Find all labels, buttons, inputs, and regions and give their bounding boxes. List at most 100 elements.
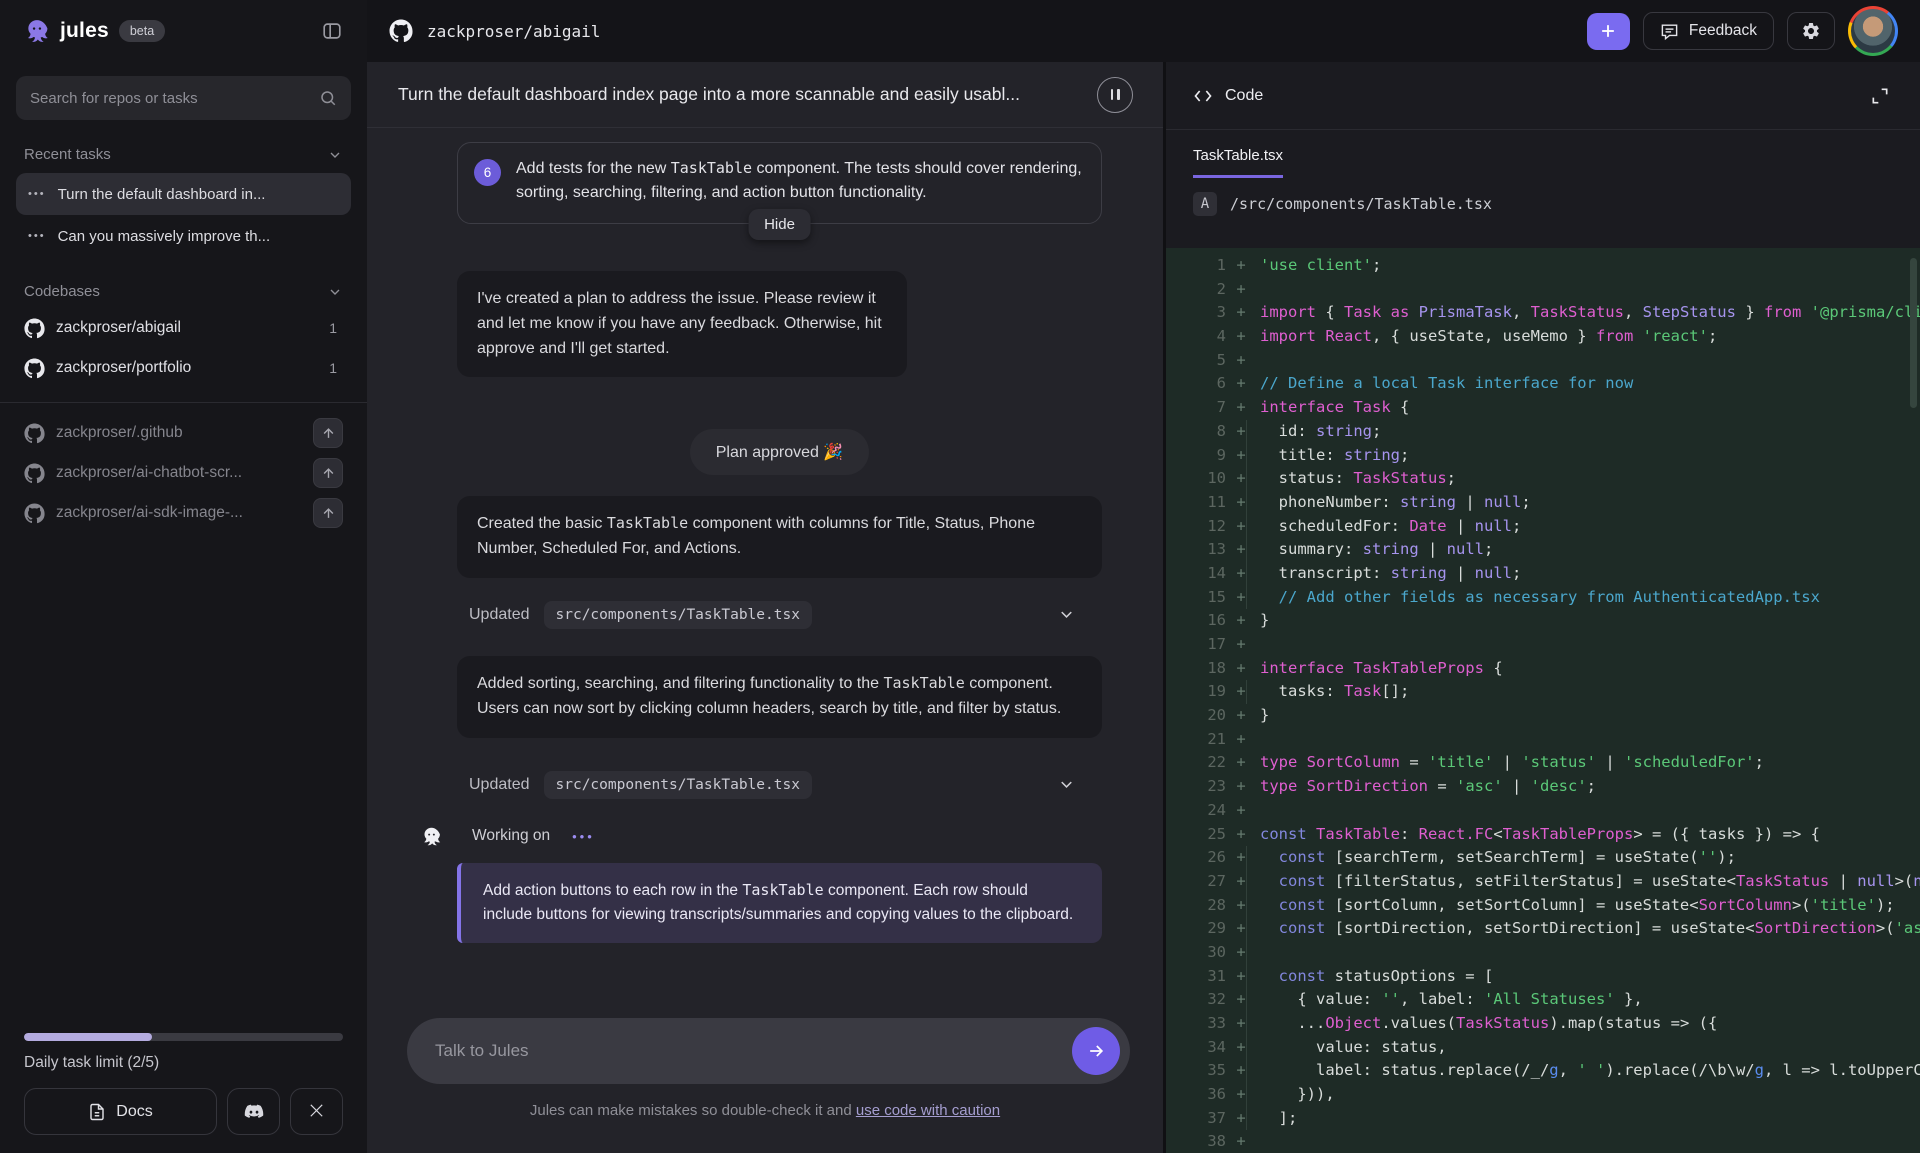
code-line: 7+interface Task { xyxy=(1178,396,1920,420)
agent-message-plan: I've created a plan to address the issue… xyxy=(457,271,907,377)
code-editor[interactable]: 1+'use client';2+3+import { Task as Pris… xyxy=(1166,248,1920,1153)
chevron-down-icon[interactable] xyxy=(327,147,343,163)
current-repo-breadcrumb[interactable]: zackproser/abigail xyxy=(427,22,600,41)
line-number: 29 xyxy=(1178,917,1226,941)
code-text: tasks: Task[]; xyxy=(1260,680,1409,704)
expand-icon[interactable] xyxy=(1870,86,1890,106)
code-line: 2+ xyxy=(1178,278,1920,302)
promote-repo-button[interactable] xyxy=(313,418,343,448)
diff-added-marker: + xyxy=(1234,751,1248,775)
code-line: 25+const TaskTable: React.FC<TaskTablePr… xyxy=(1178,823,1920,847)
task-label: Can you massively improve th... xyxy=(58,228,271,245)
x-icon xyxy=(307,1102,326,1121)
x-twitter-button[interactable] xyxy=(290,1088,343,1135)
code-text: id: string; xyxy=(1260,420,1381,444)
github-icon xyxy=(389,19,413,43)
github-icon xyxy=(24,423,45,444)
codebases-header[interactable]: Codebases xyxy=(16,283,351,300)
updated-file-chip[interactable]: src/components/TaskTable.tsx xyxy=(544,771,812,799)
promote-repo-button[interactable] xyxy=(313,498,343,528)
code-line: 13+ summary: string | null; xyxy=(1178,538,1920,562)
line-number: 23 xyxy=(1178,775,1226,799)
line-number: 21 xyxy=(1178,728,1226,752)
line-number: 26 xyxy=(1178,846,1226,870)
code-text: })), xyxy=(1260,1083,1335,1107)
sidebar-repo-ai-sdk-image[interactable]: zackproser/ai-sdk-image-... xyxy=(16,493,351,533)
sidebar-repo-portfolio[interactable]: zackproser/portfolio 1 xyxy=(16,348,351,388)
app-name: jules xyxy=(60,19,109,43)
sidebar-collapse-icon[interactable] xyxy=(321,20,343,42)
line-number: 24 xyxy=(1178,799,1226,823)
send-button[interactable] xyxy=(1072,1027,1120,1075)
beta-badge: beta xyxy=(119,20,165,42)
github-icon xyxy=(24,503,45,524)
file-added-badge: A xyxy=(1193,192,1217,216)
updated-file-row[interactable]: Updated src/components/TaskTable.tsx xyxy=(457,601,1102,629)
diff-added-marker: + xyxy=(1234,278,1248,302)
line-number: 3 xyxy=(1178,301,1226,325)
line-number: 16 xyxy=(1178,609,1226,633)
sidebar-repo-abigail[interactable]: zackproser/abigail 1 xyxy=(16,308,351,348)
line-number: 6 xyxy=(1178,372,1226,396)
pause-button[interactable] xyxy=(1097,77,1133,113)
tab-tasktable[interactable]: TaskTable.tsx xyxy=(1193,147,1283,178)
code-line: 11+ phoneNumber: string | null; xyxy=(1178,491,1920,515)
codebases-label: Codebases xyxy=(24,283,100,300)
code-line: 37+ ]; xyxy=(1178,1107,1920,1131)
line-number: 19 xyxy=(1178,680,1226,704)
code-line: 26+ const [searchTerm, setSearchTerm] = … xyxy=(1178,846,1920,870)
search-input[interactable] xyxy=(30,90,309,107)
code-line: 15+ // Add other fields as necessary fro… xyxy=(1178,586,1920,610)
line-number: 12 xyxy=(1178,515,1226,539)
line-number: 33 xyxy=(1178,1012,1226,1036)
new-task-button[interactable] xyxy=(1587,13,1630,50)
file-path: /src/components/TaskTable.tsx xyxy=(1230,195,1492,213)
disclaimer-text: Jules can make mistakes so double-check … xyxy=(367,1102,1163,1119)
search-icon xyxy=(319,89,337,107)
diff-added-marker: + xyxy=(1234,704,1248,728)
line-number: 30 xyxy=(1178,941,1226,965)
code-line: 31+ const statusOptions = [ xyxy=(1178,965,1920,989)
repo-task-count: 1 xyxy=(329,360,343,376)
jules-octopus-icon xyxy=(421,826,442,847)
chevron-down-icon[interactable] xyxy=(327,284,343,300)
promote-repo-button[interactable] xyxy=(313,458,343,488)
avatar-photo xyxy=(1851,9,1895,53)
line-number: 37 xyxy=(1178,1107,1226,1131)
sidebar-repo-ai-chatbot[interactable]: zackproser/ai-chatbot-scr... xyxy=(16,453,351,493)
code-text: // Define a local Task interface for now xyxy=(1260,372,1633,396)
talk-to-jules-input[interactable] xyxy=(435,1041,1072,1061)
code-line: 17+ xyxy=(1178,633,1920,657)
hide-button[interactable]: Hide xyxy=(748,209,811,240)
line-number: 38 xyxy=(1178,1130,1226,1153)
chat-column: Turn the default dashboard index page in… xyxy=(367,62,1163,1153)
code-line: 33+ ...Object.values(TaskStatus).map(sta… xyxy=(1178,1012,1920,1036)
repo-name: zackproser/.github xyxy=(56,424,183,442)
code-text: transcript: string | null; xyxy=(1260,562,1521,586)
settings-button[interactable] xyxy=(1787,12,1835,50)
agent-message-created: Created the basic TaskTable component wi… xyxy=(457,496,1102,578)
updated-file-row[interactable]: Updated src/components/TaskTable.tsx xyxy=(457,771,1102,799)
chevron-down-icon[interactable] xyxy=(1057,605,1076,624)
message-input-bar[interactable] xyxy=(407,1018,1130,1084)
repo-name: zackproser/portfolio xyxy=(56,359,191,377)
repo-name: zackproser/ai-sdk-image-... xyxy=(56,504,243,522)
discord-button[interactable] xyxy=(227,1088,280,1135)
code-text: phoneNumber: string | null; xyxy=(1260,491,1531,515)
updated-file-chip[interactable]: src/components/TaskTable.tsx xyxy=(544,601,812,629)
recent-tasks-header[interactable]: Recent tasks xyxy=(16,146,351,163)
sidebar-item-task-dashboard[interactable]: ••• Turn the default dashboard in... xyxy=(16,173,351,215)
line-number: 31 xyxy=(1178,965,1226,989)
use-code-with-caution-link[interactable]: use code with caution xyxy=(856,1102,1000,1119)
feedback-button[interactable]: Feedback xyxy=(1643,12,1774,50)
sidebar-repo-github-archived[interactable]: zackproser/.github xyxy=(16,413,351,453)
code-line: 14+ transcript: string | null; xyxy=(1178,562,1920,586)
docs-button[interactable]: Docs xyxy=(24,1088,217,1135)
line-number: 9 xyxy=(1178,444,1226,468)
top-bar: zackproser/abigail Feedback xyxy=(367,0,1920,62)
sidebar-item-task-improve[interactable]: ••• Can you massively improve th... xyxy=(16,215,351,257)
chevron-down-icon[interactable] xyxy=(1057,775,1076,794)
user-avatar[interactable] xyxy=(1848,6,1898,56)
scrollbar-thumb[interactable] xyxy=(1910,258,1917,408)
search-box[interactable] xyxy=(16,76,351,120)
